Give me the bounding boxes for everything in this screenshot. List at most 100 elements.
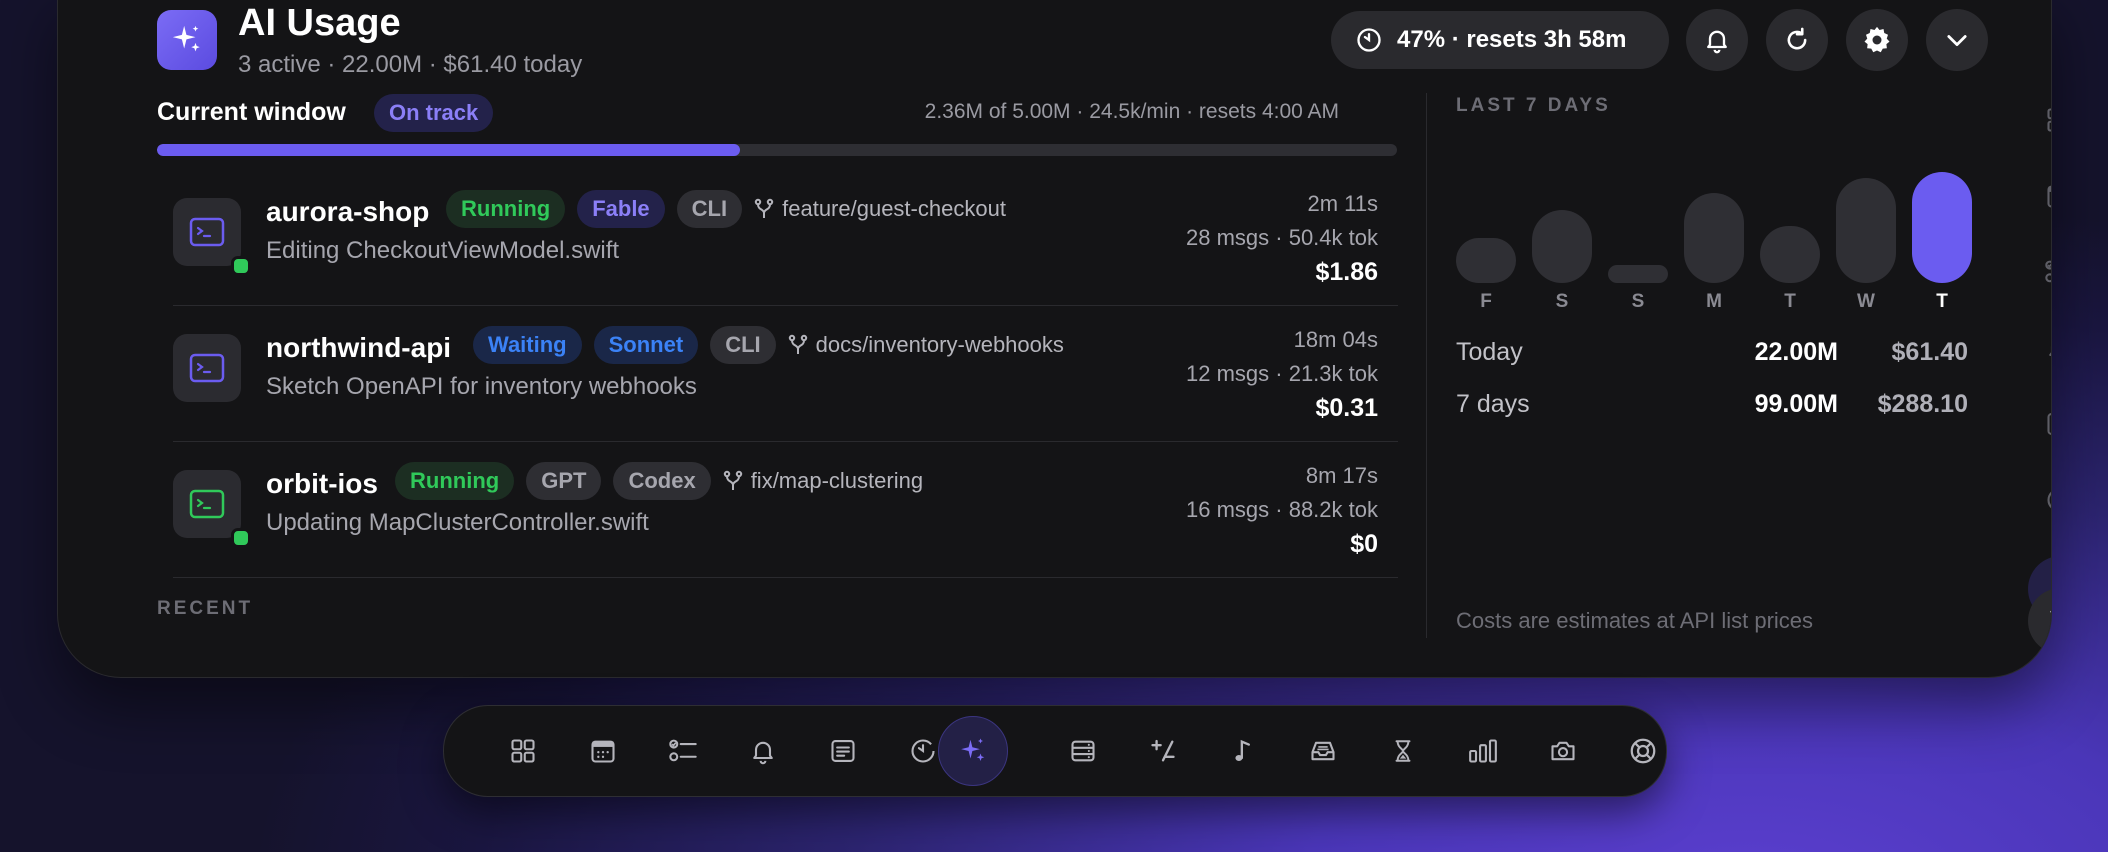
session-duration: 8m 17s <box>1305 463 1378 488</box>
day-bar-column: W <box>1836 128 1896 313</box>
session-stats: 28 msgs · 50.4k tok <box>1186 225 1378 250</box>
rail-grid-icon[interactable] <box>2041 102 2051 138</box>
session-duration: 18m 04s <box>1293 327 1378 352</box>
git-branch: fix/map-clustering <box>723 468 923 494</box>
day-usage-bar <box>1912 172 1972 283</box>
dock-bar-chart-icon[interactable] <box>1455 723 1511 779</box>
day-usage-bar <box>1456 238 1516 283</box>
session-row[interactable]: northwind-api Waiting Sonnet CLI docs/in… <box>173 306 1398 442</box>
day-usage-bar <box>1684 193 1744 283</box>
session-stats: 16 msgs · 88.2k tok <box>1186 497 1378 522</box>
last-7-days-label: LAST 7 DAYS <box>1456 95 1611 116</box>
branch-name: fix/map-clustering <box>750 468 924 493</box>
terminal-icon <box>173 470 241 538</box>
day-usage-bar <box>1760 225 1820 283</box>
rail-calendar-icon[interactable] <box>2041 178 2051 214</box>
session-name: northwind-api <box>266 332 452 363</box>
git-branch-icon <box>788 334 808 356</box>
cost-footnote: Costs are estimates at API list prices <box>1456 608 1814 633</box>
dock-help-lifebuoy-icon[interactable] <box>1615 723 1671 779</box>
day-label: T <box>1784 291 1796 312</box>
dock-calculator-icon[interactable] <box>1135 723 1191 779</box>
dock-music-note-icon[interactable] <box>1215 723 1271 779</box>
bottom-dock <box>443 705 1667 797</box>
status-badge: Waiting <box>473 326 582 364</box>
quota-reset-text: 47% · resets 3h 58m <box>1397 26 1627 53</box>
day-usage-bar <box>1836 178 1896 283</box>
summary-tokens: 99.00M <box>1754 390 1838 418</box>
session-description: Sketch OpenAPI for inventory webhooks <box>266 373 697 400</box>
model-badge: Fable <box>577 190 665 228</box>
model-badge: GPT <box>526 462 602 500</box>
timer-icon <box>1355 26 1383 54</box>
terminal-icon <box>173 334 241 402</box>
page-subtitle: 3 active · 22.00M · $61.40 today <box>238 51 583 78</box>
summary-row-7-days: 7 days 99.00M $288.10 <box>1456 390 1968 426</box>
rail-timer-icon[interactable] <box>2041 482 2051 518</box>
day-label: M <box>1706 291 1722 312</box>
day-label: T <box>1936 291 1948 312</box>
row-divider <box>173 577 1398 578</box>
current-window-meta: 2.36M of 5.00M · 24.5k/min · resets 4:00… <box>924 100 1339 123</box>
status-badge: Running <box>446 190 566 228</box>
session-row[interactable]: orbit-ios Running GPT Codex fix/map-clus… <box>173 442 1398 578</box>
day-label: S <box>1631 291 1645 312</box>
day-bar-column: S <box>1608 128 1668 313</box>
on-track-badge: On track <box>374 94 494 132</box>
quota-reset-pill[interactable]: 47% · resets 3h 58m <box>1331 11 1669 69</box>
day-bar-column: F <box>1456 128 1516 313</box>
summary-cost: $288.10 <box>1877 390 1968 418</box>
dock-notes-icon[interactable] <box>815 723 871 779</box>
running-status-dot <box>231 528 251 548</box>
day-bar-column: M <box>1684 128 1744 313</box>
notifications-button[interactable] <box>1686 9 1748 71</box>
dock-camera-icon[interactable] <box>1535 723 1591 779</box>
session-row[interactable]: aurora-shop Running Fable CLI feature/gu… <box>173 170 1398 306</box>
status-badge: Running <box>395 462 515 500</box>
rail-bell-icon[interactable] <box>2041 330 2051 366</box>
day-usage-bar <box>1532 210 1592 283</box>
window-progress-bar <box>157 144 1397 156</box>
ai-usage-panel: AI Usage 3 active · 22.00M · $61.40 toda… <box>57 0 2052 678</box>
current-window-label: Current window <box>157 98 346 126</box>
refresh-button[interactable] <box>1766 9 1828 71</box>
summary-label: Today <box>1456 338 1523 366</box>
day-usage-bar <box>1608 265 1668 283</box>
dock-grid-icon[interactable] <box>495 723 551 779</box>
column-divider <box>1426 93 1427 638</box>
session-cost: $1.86 <box>1315 258 1378 286</box>
branch-name: feature/guest-checkout <box>782 196 1006 221</box>
rail-notes-icon[interactable] <box>2041 406 2051 442</box>
summary-label: 7 days <box>1456 390 1530 418</box>
day-bar-column: T <box>1760 128 1820 313</box>
summary-row-today: Today 22.00M $61.40 <box>1456 338 1968 374</box>
day-label: S <box>1555 291 1569 312</box>
day-bar-column: S <box>1532 128 1592 313</box>
settings-button[interactable] <box>1846 9 1908 71</box>
gear-icon <box>1862 25 1892 55</box>
dock-calendar-icon[interactable] <box>575 723 631 779</box>
git-branch-icon <box>723 470 743 492</box>
session-name: orbit-ios <box>266 468 378 499</box>
sparkles-app-icon <box>157 10 217 70</box>
summary-tokens: 22.00M <box>1754 338 1838 366</box>
git-branch-icon <box>754 198 774 220</box>
dock-bell-icon[interactable] <box>735 723 791 779</box>
session-description: Editing CheckoutViewModel.swift <box>266 237 620 264</box>
session-stats: 12 msgs · 21.3k tok <box>1186 361 1378 386</box>
dock-ai-usage-sparkles-icon[interactable] <box>938 716 1008 786</box>
dock-hourglass-icon[interactable] <box>1375 723 1431 779</box>
dock-storage-icon[interactable] <box>1055 723 1111 779</box>
dock-checklist-icon[interactable] <box>655 723 711 779</box>
day-label: W <box>1857 291 1875 312</box>
terminal-icon <box>173 198 241 266</box>
session-description: Updating MapClusterController.swift <box>266 509 649 536</box>
branch-name: docs/inventory-webhooks <box>815 332 1064 357</box>
model-badge: Sonnet <box>593 326 699 364</box>
page-title: AI Usage <box>238 2 401 44</box>
chevron-down-icon <box>1943 26 1971 54</box>
dock-inbox-icon[interactable] <box>1295 723 1351 779</box>
expand-menu-button[interactable] <box>1926 9 1988 71</box>
git-branch: feature/guest-checkout <box>754 196 1006 222</box>
rail-checklist-icon[interactable] <box>2041 254 2051 290</box>
